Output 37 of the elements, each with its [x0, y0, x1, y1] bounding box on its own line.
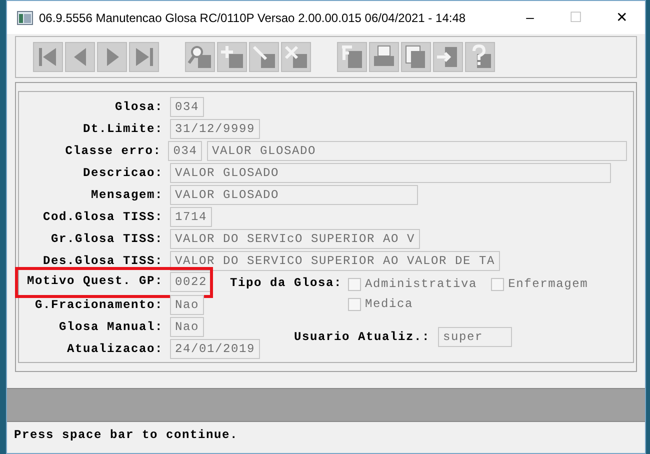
field-label: Atualizacao:	[66, 341, 164, 358]
field-label: Classe erro:	[64, 143, 162, 160]
field-label: Descricao:	[82, 165, 164, 182]
value-field: VALOR GLOSADO	[170, 163, 611, 183]
cross-icon	[282, 43, 310, 71]
field-label: Mensagem:	[90, 187, 164, 204]
field-label: Tipo da Glosa:	[230, 275, 344, 292]
value-field: Nao	[170, 295, 204, 315]
field-label: Usuario Atualiz.:	[294, 329, 432, 346]
value-field: 0022	[170, 272, 212, 292]
value-field: VALOR DO SERVICO SUPERIOR AO VALOR DE TA	[170, 251, 500, 271]
field-label: Gr.Glosa TISS:	[50, 231, 164, 248]
window-title: 06.9.5556 Manutencao Glosa RC/0110P Versao 2.00.00.015 06/04/2021 - 14:48	[38, 10, 467, 26]
field-label: Glosa Manual:	[58, 319, 164, 336]
value-field: 24/01/2019	[170, 339, 260, 359]
close-button[interactable]: ✕	[599, 1, 645, 34]
app-icon	[17, 10, 33, 24]
value-field: super	[438, 327, 512, 347]
field-label: G.Fracionamento:	[34, 297, 164, 314]
magnifier-icon	[186, 43, 214, 71]
value-field: VALOR DO SERVIcO SUPERIOR AO V	[170, 229, 420, 249]
field-label: Cod.Glosa TISS:	[42, 209, 164, 226]
status-text: Press space bar to continue.	[13, 427, 240, 444]
value-field: 034	[170, 97, 204, 117]
field-label: Motivo Quest. GP:	[26, 273, 164, 290]
field-label: Glosa:	[114, 99, 164, 116]
value-field: Nao	[170, 317, 204, 337]
field-label: Des.Glosa TISS:	[42, 253, 164, 270]
value-field: 31/12/9999	[170, 119, 260, 139]
field-label: Dt.Limite:	[82, 121, 164, 138]
plus-icon	[218, 43, 246, 71]
value-field: VALOR GLOSADO	[207, 141, 627, 161]
value-field: VALOR GLOSADO	[170, 185, 418, 205]
value-field: 1714	[170, 207, 212, 227]
pencil-icon	[250, 43, 278, 71]
value-field: 034	[168, 141, 202, 161]
minimize-button[interactable]: –	[507, 1, 553, 34]
